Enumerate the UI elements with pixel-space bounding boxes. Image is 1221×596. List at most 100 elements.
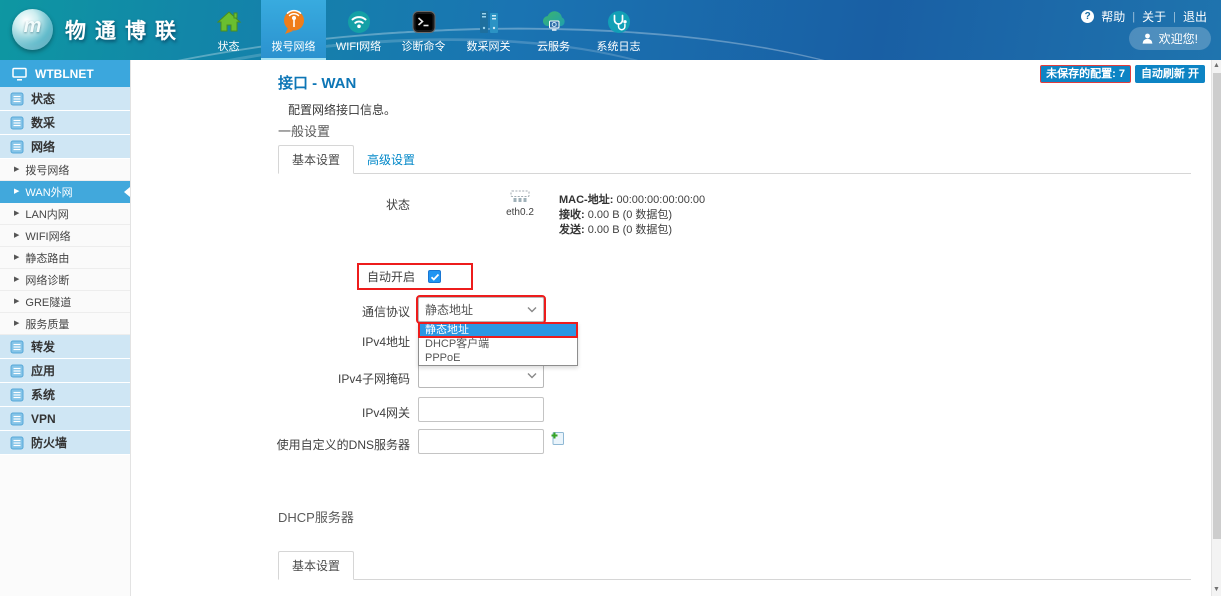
main-content: 未保存的配置: 7 自动刷新 开 接口 - WAN 配置网络接口信息。 一般设置… — [131, 60, 1211, 596]
gateway-input[interactable] — [418, 397, 544, 422]
nav-item-data-gateway[interactable]: 数采网关 — [456, 0, 521, 60]
autostart-checkbox[interactable] — [428, 270, 441, 283]
sidebar-subitem-lan[interactable]: ▶ LAN内网 — [0, 203, 130, 225]
sidebar-subitem-wifi[interactable]: ▶ WIFI网络 — [0, 225, 130, 247]
protocol-select[interactable]: 静态地址 — [418, 297, 544, 322]
dns-input[interactable] — [418, 429, 544, 454]
sidebar-item-label: 防火墙 — [31, 434, 67, 451]
nav-item-diagnostic-command[interactable]: 诊断命令 — [391, 0, 456, 60]
nav-item-system-log[interactable]: 系统日志 — [586, 0, 651, 60]
tab-basic-settings[interactable]: 基本设置 — [278, 145, 354, 174]
interface-stats: MAC-地址: 00:00:00:00:00:00 接收: 0.00 B (0 … — [559, 193, 705, 238]
welcome-label: 欢迎您! — [1159, 30, 1198, 47]
protocol-dropdown-list: 静态地址 DHCP客户端 PPPoE — [418, 322, 578, 366]
sidebar-item-label: 数采 — [31, 114, 55, 131]
arrow-right-icon: ▶ — [14, 210, 19, 217]
rx-value: 0.00 B (0 数据包) — [588, 209, 672, 221]
sidebar-item-label: 系统 — [31, 386, 55, 403]
interface-indicator: eth0.2 — [489, 190, 551, 219]
list-icon — [10, 140, 24, 154]
dhcp-tabs: 基本设置 — [278, 554, 1191, 580]
list-icon — [10, 92, 24, 106]
sidebar-item-firewall[interactable]: 防火墙 — [0, 431, 130, 455]
list-icon — [10, 388, 24, 402]
sidebar-item-vpn[interactable]: VPN — [0, 407, 130, 431]
nav-item-dial-network[interactable]: 拨号网络 — [261, 0, 326, 60]
tab-advanced-settings[interactable]: 高级设置 — [354, 146, 428, 173]
sidebar-item-application[interactable]: 应用 — [0, 359, 130, 383]
page-scrollbar[interactable]: ▲ ▼ — [1211, 60, 1221, 596]
arrow-right-icon: ▶ — [14, 188, 19, 195]
page-subtitle: 配置网络接口信息。 — [288, 101, 396, 118]
netmask-select[interactable] — [418, 363, 544, 388]
stethoscope-icon — [606, 5, 632, 35]
sidebar-subitem-label: 服务质量 — [25, 316, 69, 332]
server-icon — [476, 5, 502, 35]
ipv4-address-label: IPv4地址 — [131, 333, 410, 350]
ethernet-icon — [510, 195, 530, 206]
dropdown-option-pppoe[interactable]: PPPoE — [419, 351, 577, 365]
sidebar-item-status[interactable]: 状态 — [0, 87, 130, 111]
sidebar-subitem-dial-network[interactable]: ▶ 拨号网络 — [0, 159, 130, 181]
autostart-highlight-box: 自动开启 — [357, 263, 473, 290]
sidebar-item-system[interactable]: 系统 — [0, 383, 130, 407]
logo-letter: m — [12, 15, 53, 38]
top-header: m 物通博联 状态 拨号网络 WIFI网络 诊断命令 — [0, 0, 1221, 60]
nav-label: 状态 — [218, 38, 240, 54]
scroll-up-arrow[interactable]: ▲ — [1212, 60, 1221, 72]
protocol-label: 通信协议 — [131, 303, 410, 320]
sidebar-item-network[interactable]: 网络 — [0, 135, 130, 159]
mac-line: MAC-地址: 00:00:00:00:00:00 — [559, 193, 705, 208]
nav-label: 云服务 — [537, 38, 570, 54]
list-icon — [10, 412, 24, 426]
top-nav: 状态 拨号网络 WIFI网络 诊断命令 数采网关 — [196, 0, 651, 60]
unsaved-config-badge[interactable]: 未保存的配置: 7 — [1040, 65, 1131, 83]
sidebar-item-label: 网络 — [31, 138, 55, 155]
sidebar-item-label: VPN — [31, 412, 56, 426]
sidebar-item-label: 转发 — [31, 338, 55, 355]
sidebar-item-label: 状态 — [31, 90, 55, 107]
mac-label: MAC-地址: — [559, 194, 613, 206]
sidebar-subitem-static-route[interactable]: ▶ 静态路由 — [0, 247, 130, 269]
scroll-thumb[interactable] — [1213, 73, 1221, 539]
sidebar-subitem-qos[interactable]: ▶ 服务质量 — [0, 313, 130, 335]
sidebar-item-data-collection[interactable]: 数采 — [0, 111, 130, 135]
scroll-down-arrow[interactable]: ▼ — [1212, 584, 1221, 596]
status-badges: 未保存的配置: 7 自动刷新 开 — [1040, 65, 1205, 83]
rx-label: 接收: — [559, 209, 585, 221]
nav-item-wifi-network[interactable]: WIFI网络 — [326, 0, 391, 60]
add-dns-icon[interactable] — [550, 431, 565, 446]
dropdown-option-dhcp[interactable]: DHCP客户端 — [419, 337, 577, 351]
dropdown-option-static[interactable]: 静态地址 — [419, 323, 577, 337]
sidebar-subitem-label: GRE隧道 — [25, 294, 71, 310]
nav-item-status[interactable]: 状态 — [196, 0, 261, 60]
check-icon — [430, 272, 440, 282]
help-link[interactable]: 帮助 — [1101, 8, 1125, 25]
sidebar-item-forward[interactable]: 转发 — [0, 335, 130, 359]
sidebar-subitem-wan[interactable]: ▶ WAN外网 — [0, 181, 130, 203]
list-icon — [10, 116, 24, 130]
arrow-right-icon: ▶ — [14, 232, 19, 239]
sidebar-subitem-network-diagnose[interactable]: ▶ 网络诊断 — [0, 269, 130, 291]
broadcast-icon — [281, 5, 307, 35]
general-settings-section-title: 一般设置 — [278, 121, 330, 140]
link-separator: | — [1132, 11, 1135, 23]
list-icon — [10, 364, 24, 378]
logout-link[interactable]: 退出 — [1183, 8, 1207, 25]
sidebar: WTBLNET 状态 数采 网络 ▶ 拨号网络 ▶ WAN外网 ▶ LAN内网 … — [0, 60, 131, 596]
netmask-label: IPv4子网掩码 — [131, 370, 410, 387]
tab-dhcp-basic-settings[interactable]: 基本设置 — [278, 551, 354, 580]
dhcp-section-title: DHCP服务器 — [278, 507, 354, 526]
nav-item-cloud-service[interactable]: 云服务 — [521, 0, 586, 60]
nav-label: 数采网关 — [467, 38, 511, 54]
sidebar-subitem-gre-tunnel[interactable]: ▶ GRE隧道 — [0, 291, 130, 313]
sidebar-subitem-label: WAN外网 — [25, 184, 72, 200]
arrow-right-icon: ▶ — [14, 320, 19, 327]
brand-name: 物通博联 — [65, 15, 185, 45]
autostart-label: 自动开启 — [367, 268, 415, 285]
auto-refresh-badge[interactable]: 自动刷新 开 — [1135, 65, 1205, 83]
list-icon — [10, 340, 24, 354]
about-link[interactable]: 关于 — [1142, 8, 1166, 25]
sidebar-title: WTBLNET — [0, 60, 130, 87]
welcome-button[interactable]: 欢迎您! — [1129, 27, 1211, 50]
